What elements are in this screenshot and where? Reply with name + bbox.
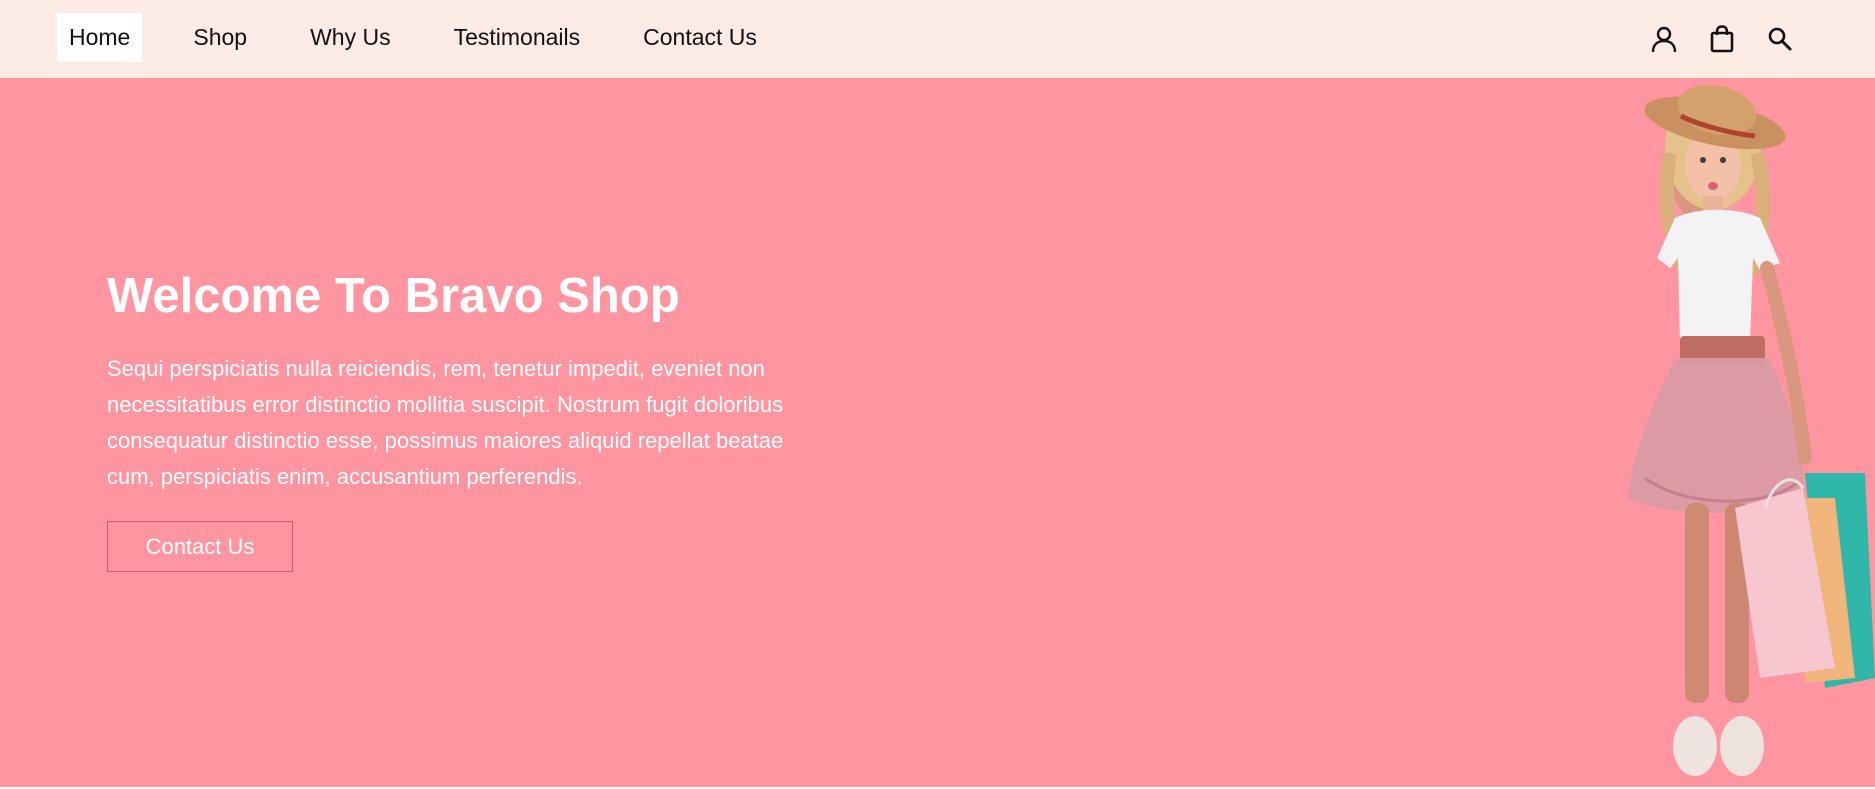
user-icon[interactable] <box>1647 22 1681 56</box>
nav-link-contact-us[interactable]: Contact Us <box>631 13 769 62</box>
hero-description: Sequi perspiciatis nulla reiciendis, rem… <box>107 356 784 489</box>
search-icon[interactable] <box>1763 22 1797 56</box>
hero-title: Welcome To Bravo Shop <box>107 269 680 323</box>
nav-link-why-us[interactable]: Why Us <box>298 13 403 62</box>
nav-icon-group <box>1623 22 1797 56</box>
girl-with-shopping-bags-image <box>1627 85 1875 776</box>
nav-link-testimonials[interactable]: Testimonails <box>442 13 593 62</box>
top-navbar: Home Shop Why Us Testimonails Contact Us <box>0 0 1875 78</box>
hero-section: Welcome To Bravo Shop Sequi perspiciatis… <box>0 78 1875 789</box>
nav-link-shop[interactable]: Shop <box>181 13 259 62</box>
nav-link-home[interactable]: Home <box>57 13 143 62</box>
main-nav: Home Shop Why Us Testimonails Contact Us <box>57 13 808 62</box>
shopping-bag-icon[interactable] <box>1705 22 1739 56</box>
contact-us-button[interactable]: Contact Us <box>107 521 293 572</box>
